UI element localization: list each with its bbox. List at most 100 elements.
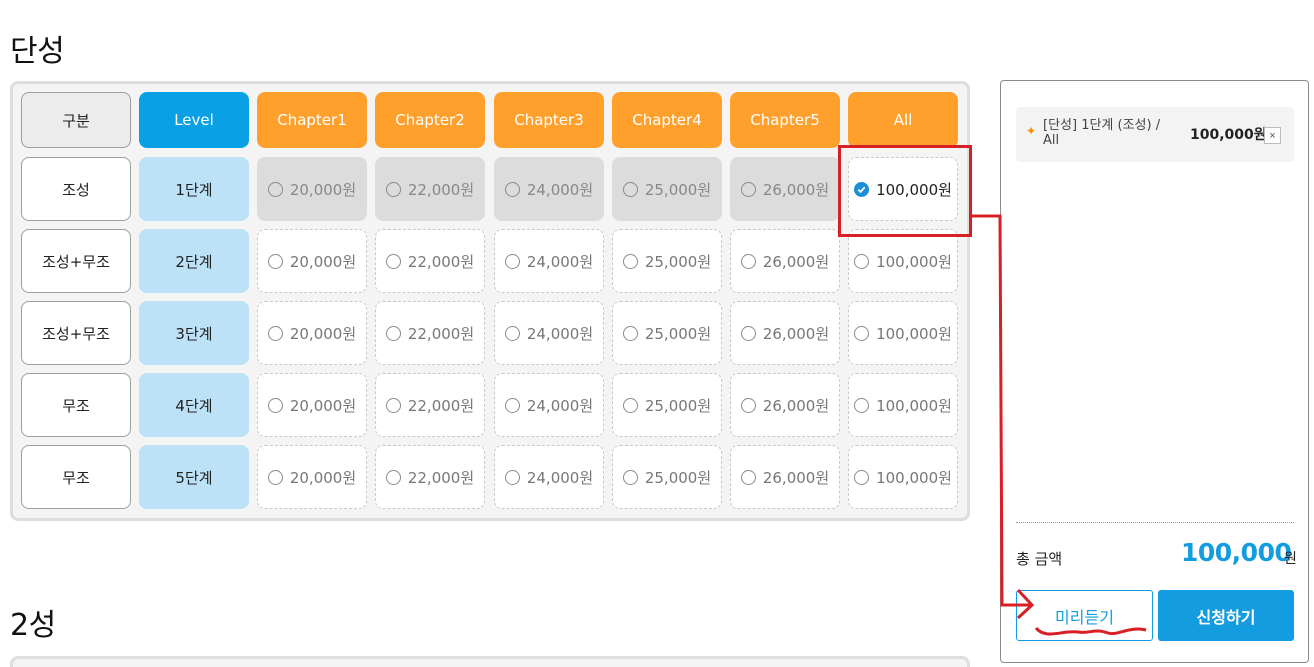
radio-icon[interactable] bbox=[622, 469, 638, 485]
category-label: 무조 bbox=[62, 468, 90, 487]
radio-icon[interactable] bbox=[622, 325, 638, 341]
header-2: Chapter1 bbox=[257, 92, 367, 148]
price-option[interactable]: 25,000원 bbox=[612, 301, 722, 365]
price-option[interactable]: 22,000원 bbox=[375, 229, 485, 293]
price-option[interactable]: 24,000원 bbox=[494, 229, 604, 293]
row-category: 조성+무조 bbox=[21, 229, 131, 293]
price-label: 26,000원 bbox=[762, 468, 830, 487]
header-label: Chapter5 bbox=[750, 111, 820, 129]
header-7: All bbox=[848, 92, 958, 148]
radio-icon[interactable] bbox=[622, 181, 638, 197]
radio-icon[interactable] bbox=[740, 469, 756, 485]
row-level: 3단계 bbox=[139, 301, 249, 365]
radio-icon[interactable] bbox=[267, 325, 283, 341]
price-option[interactable]: 26,000원 bbox=[730, 157, 840, 221]
radio-icon[interactable] bbox=[622, 397, 638, 413]
price-option[interactable]: 25,000원 bbox=[612, 157, 722, 221]
radio-icon[interactable] bbox=[854, 397, 870, 413]
radio-icon[interactable] bbox=[267, 253, 283, 269]
preview-button[interactable]: 미리듣기 bbox=[1016, 590, 1153, 641]
price-label: 100,000원 bbox=[876, 324, 952, 343]
star-icon: ✦ bbox=[1026, 124, 1037, 138]
price-table-2seong bbox=[10, 656, 970, 667]
price-option[interactable]: 24,000원 bbox=[494, 373, 604, 437]
price-option[interactable]: 24,000원 bbox=[494, 157, 604, 221]
price-label: 24,000원 bbox=[526, 468, 594, 487]
radio-icon[interactable] bbox=[385, 397, 401, 413]
price-option[interactable]: 26,000원 bbox=[730, 229, 840, 293]
price-option[interactable]: 20,000원 bbox=[257, 445, 367, 509]
category-label: 무조 bbox=[62, 396, 90, 415]
price-option[interactable]: 25,000원 bbox=[612, 445, 722, 509]
header-label: Chapter3 bbox=[514, 111, 584, 129]
level-label: 3단계 bbox=[175, 324, 213, 343]
price-label: 20,000원 bbox=[289, 324, 357, 343]
radio-icon[interactable] bbox=[740, 325, 756, 341]
header-label: Level bbox=[174, 111, 214, 129]
radio-icon[interactable] bbox=[267, 397, 283, 413]
price-label: 25,000원 bbox=[644, 396, 712, 415]
radio-icon[interactable] bbox=[267, 469, 283, 485]
radio-icon[interactable] bbox=[854, 469, 870, 485]
price-label: 26,000원 bbox=[762, 180, 830, 199]
price-option[interactable]: 22,000원 bbox=[375, 373, 485, 437]
price-option[interactable]: 22,000원 bbox=[375, 445, 485, 509]
price-option[interactable]: 25,000원 bbox=[612, 373, 722, 437]
level-label: 2단계 bbox=[175, 252, 213, 271]
price-option[interactable]: 24,000원 bbox=[494, 301, 604, 365]
remove-item-button[interactable]: × bbox=[1264, 127, 1281, 144]
radio-icon[interactable] bbox=[740, 397, 756, 413]
price-label: 22,000원 bbox=[407, 252, 475, 271]
price-option[interactable]: 100,000원 bbox=[848, 373, 958, 437]
price-label: 20,000원 bbox=[289, 180, 357, 199]
price-label: 25,000원 bbox=[644, 324, 712, 343]
radio-icon[interactable] bbox=[504, 469, 520, 485]
price-option[interactable]: 22,000원 bbox=[375, 301, 485, 365]
apply-button[interactable]: 신청하기 bbox=[1158, 590, 1294, 641]
radio-icon[interactable] bbox=[504, 397, 520, 413]
price-label: 100,000원 bbox=[876, 396, 952, 415]
radio-icon[interactable] bbox=[854, 325, 870, 341]
price-table-danseong: 구분 Level Chapter1 Chapter2 Chapter3 Chapter4 C… bbox=[10, 81, 970, 521]
radio-icon[interactable] bbox=[385, 181, 401, 197]
row-category: 조성+무조 bbox=[21, 301, 131, 365]
radio-icon[interactable] bbox=[740, 181, 756, 197]
price-option[interactable]: 24,000원 bbox=[494, 445, 604, 509]
price-option[interactable]: 26,000원 bbox=[730, 301, 840, 365]
radio-icon[interactable] bbox=[385, 325, 401, 341]
row-level: 2단계 bbox=[139, 229, 249, 293]
price-option[interactable]: 20,000원 bbox=[257, 157, 367, 221]
price-label: 26,000원 bbox=[762, 252, 830, 271]
price-option[interactable]: 100,000원 bbox=[848, 445, 958, 509]
price-label: 25,000원 bbox=[644, 468, 712, 487]
header-label: Chapter2 bbox=[395, 111, 465, 129]
price-option[interactable]: 26,000원 bbox=[730, 373, 840, 437]
price-option[interactable]: 20,000원 bbox=[257, 301, 367, 365]
price-label: 25,000원 bbox=[644, 252, 712, 271]
price-label: 26,000원 bbox=[762, 324, 830, 343]
radio-icon[interactable] bbox=[622, 253, 638, 269]
radio-icon[interactable] bbox=[385, 469, 401, 485]
header-label: Chapter1 bbox=[277, 111, 347, 129]
radio-icon[interactable] bbox=[740, 253, 756, 269]
selected-item-price: 100,000원 bbox=[1190, 127, 1267, 143]
price-option[interactable]: 25,000원 bbox=[612, 229, 722, 293]
radio-icon[interactable] bbox=[504, 181, 520, 197]
row-category: 무조 bbox=[21, 373, 131, 437]
price-option[interactable]: 100,000원 bbox=[848, 229, 958, 293]
radio-icon[interactable] bbox=[504, 253, 520, 269]
price-option[interactable]: 20,000원 bbox=[257, 229, 367, 293]
price-option[interactable]: 26,000원 bbox=[730, 445, 840, 509]
header-1: Level bbox=[139, 92, 249, 148]
header-4: Chapter3 bbox=[494, 92, 604, 148]
radio-icon[interactable] bbox=[504, 325, 520, 341]
total-label: 총 금액 bbox=[1016, 550, 1063, 568]
radio-icon[interactable] bbox=[385, 253, 401, 269]
price-label: 24,000원 bbox=[526, 396, 594, 415]
price-option[interactable]: 100,000원 bbox=[848, 301, 958, 365]
price-option[interactable]: 20,000원 bbox=[257, 373, 367, 437]
category-label: 조성+무조 bbox=[42, 252, 110, 271]
radio-icon[interactable] bbox=[854, 253, 870, 269]
price-option[interactable]: 22,000원 bbox=[375, 157, 485, 221]
radio-icon[interactable] bbox=[267, 181, 283, 197]
